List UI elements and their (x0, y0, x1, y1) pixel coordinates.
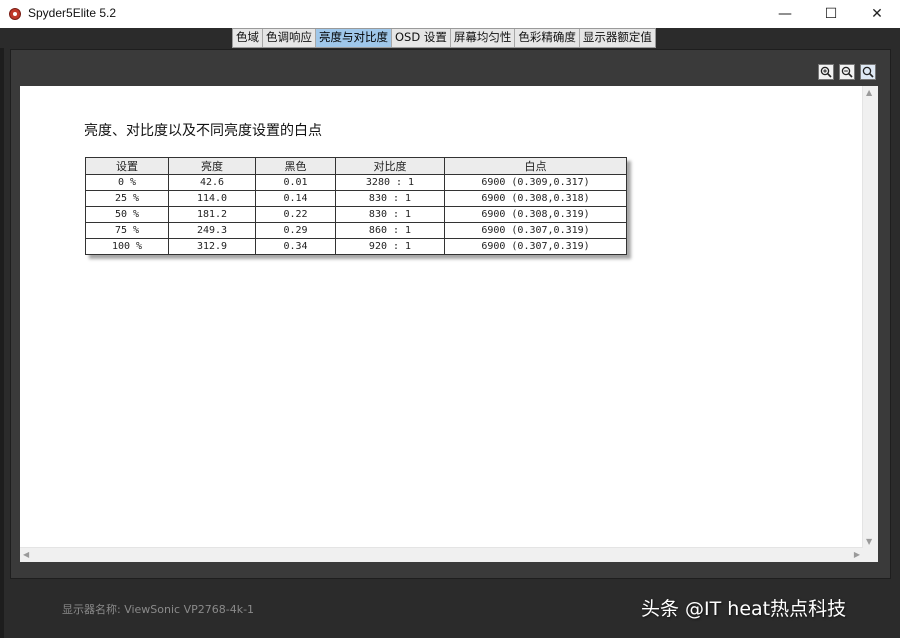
table-cell: 42.6 (168, 174, 256, 191)
table-cell: 6900 (0.307,0.319) (444, 238, 627, 255)
table-cell: 100 % (85, 238, 169, 255)
table-cell: 114.0 (168, 190, 256, 207)
maximize-button[interactable]: ☐ (808, 0, 854, 28)
scroll-corner (863, 548, 878, 562)
table-cell: 6900 (0.308,0.318) (444, 190, 627, 207)
table-cell: 6900 (0.308,0.319) (444, 206, 627, 223)
watermark: 头条 @IT heat热点科技 (641, 598, 847, 620)
report-content: 亮度、对比度以及不同亮度设置的白点 设置 亮度 黑色 对比度 白点 0 % 42… (20, 86, 878, 562)
table-cell: 0 % (85, 174, 169, 191)
scroll-right-arrow-icon[interactable]: ▶ (854, 550, 860, 559)
minimize-button[interactable]: — (762, 0, 808, 28)
column-header: 对比度 (335, 157, 445, 175)
table-cell: 75 % (85, 222, 169, 239)
report-title: 亮度、对比度以及不同亮度设置的白点 (84, 123, 322, 139)
table-cell: 181.2 (168, 206, 256, 223)
horizontal-scrollbar[interactable]: ◀ ▶ (20, 547, 863, 562)
table-cell: 830 : 1 (335, 206, 445, 223)
tab-display-rating[interactable]: 显示器额定值 (580, 29, 655, 47)
tab-osd-settings[interactable]: OSD 设置 (392, 29, 451, 47)
scroll-down-arrow-icon[interactable]: ▼ (866, 537, 872, 546)
zoom-out-button[interactable] (839, 64, 855, 80)
tab-bar: 色域 色调响应 亮度与对比度 OSD 设置 屏幕均匀性 色彩精确度 显示器额定值 (0, 28, 900, 48)
table-cell: 6900 (0.309,0.317) (444, 174, 627, 191)
table-cell: 860 : 1 (335, 222, 445, 239)
monitor-name-label: 显示器名称: ViewSonic VP2768-4k-1 (62, 603, 255, 616)
table-cell: 312.9 (168, 238, 256, 255)
vertical-scrollbar[interactable]: ▲ ▼ (862, 86, 878, 548)
table-cell: 3280 : 1 (335, 174, 445, 191)
table-cell: 6900 (0.307,0.319) (444, 222, 627, 239)
left-edge-shadow (0, 48, 4, 638)
table-cell: 50 % (85, 206, 169, 223)
zoom-in-button[interactable] (818, 64, 834, 80)
column-header: 白点 (444, 157, 627, 175)
table-row: 75 % 249.3 0.29 860 : 1 6900 (0.307,0.31… (85, 222, 627, 239)
brightness-contrast-table: 设置 亮度 黑色 对比度 白点 0 % 42.6 0.01 3280 : 1 6… (85, 157, 627, 255)
table-cell: 0.34 (255, 238, 336, 255)
window-title: Spyder5Elite 5.2 (28, 6, 117, 20)
table-cell: 25 % (85, 190, 169, 207)
column-header: 设置 (85, 157, 169, 175)
tab-tone-response[interactable]: 色调响应 (263, 29, 316, 47)
table-row: 0 % 42.6 0.01 3280 : 1 6900 (0.309,0.317… (85, 174, 627, 191)
column-header: 黑色 (255, 157, 336, 175)
table-row: 100 % 312.9 0.34 920 : 1 6900 (0.307,0.3… (85, 238, 627, 255)
table-row: 25 % 114.0 0.14 830 : 1 6900 (0.308,0.31… (85, 190, 627, 207)
table-row: 50 % 181.2 0.22 830 : 1 6900 (0.308,0.31… (85, 206, 627, 223)
table-cell: 830 : 1 (335, 190, 445, 207)
table-cell: 0.01 (255, 174, 336, 191)
table-cell: 920 : 1 (335, 238, 445, 255)
zoom-in-icon (820, 66, 832, 78)
tab-color-accuracy[interactable]: 色彩精确度 (515, 29, 580, 47)
table-cell: 0.14 (255, 190, 336, 207)
zoom-fit-button[interactable] (860, 64, 876, 80)
spyder-app-icon (9, 8, 21, 20)
tab-brightness-contrast[interactable]: 亮度与对比度 (316, 29, 392, 47)
table-cell: 0.29 (255, 222, 336, 239)
tab-strip: 色域 色调响应 亮度与对比度 OSD 设置 屏幕均匀性 色彩精确度 显示器额定值 (232, 28, 656, 48)
table-header-row: 设置 亮度 黑色 对比度 白点 (85, 157, 627, 175)
tab-screen-uniformity[interactable]: 屏幕均匀性 (451, 29, 516, 47)
scroll-up-arrow-icon[interactable]: ▲ (866, 88, 872, 97)
zoom-fit-icon (862, 66, 874, 78)
scroll-left-arrow-icon[interactable]: ◀ (23, 550, 29, 559)
column-header: 亮度 (168, 157, 256, 175)
tab-gamut[interactable]: 色域 (233, 29, 263, 47)
close-button[interactable]: ✕ (854, 0, 900, 28)
title-bar: Spyder5Elite 5.2 — ☐ ✕ (0, 0, 900, 29)
zoom-out-icon (841, 66, 853, 78)
table-cell: 249.3 (168, 222, 256, 239)
table-cell: 0.22 (255, 206, 336, 223)
